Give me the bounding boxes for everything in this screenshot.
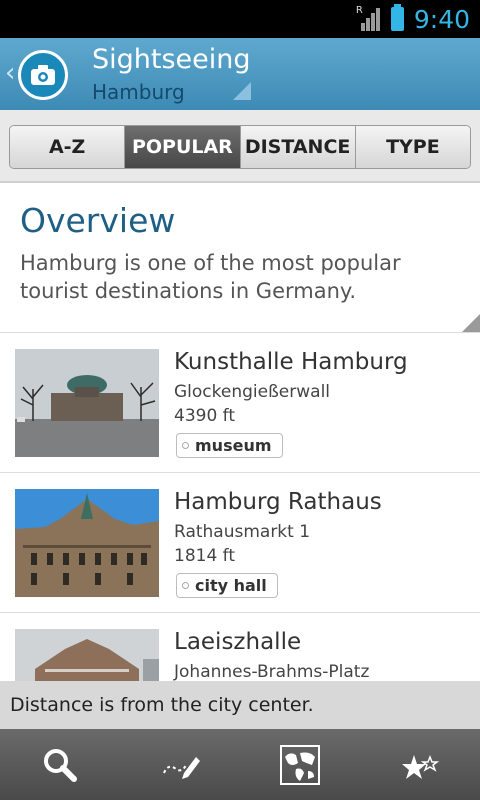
favorites-button[interactable]: [360, 729, 480, 800]
overview-section[interactable]: Overview Hamburg is one of the most popu…: [0, 183, 480, 333]
overview-title: Overview: [20, 201, 176, 240]
page-title: Sightseeing: [92, 44, 251, 75]
tab-distance[interactable]: DISTANCE: [240, 126, 356, 168]
signal-icon: R: [355, 5, 381, 31]
map-icon: [280, 744, 320, 785]
edit-route-button[interactable]: [120, 729, 240, 800]
map-button[interactable]: [240, 729, 360, 800]
place-distance: 4390 ft: [174, 406, 236, 426]
overview-text: Hamburg is one of the most popular touri…: [20, 251, 401, 303]
tab-type[interactable]: TYPE: [355, 126, 470, 168]
category-tag-label: city hall: [195, 576, 267, 595]
search-button[interactable]: [0, 729, 120, 800]
camera-icon[interactable]: [18, 50, 68, 100]
clock: 9:40: [413, 4, 470, 34]
place-address: Johannes-Brahms-Platz: [174, 662, 370, 682]
tag-icon: [182, 442, 189, 449]
list-item[interactable]: Hamburg Rathaus Rathausmarkt 1 1814 ft c…: [0, 473, 480, 613]
sort-tabs-bar: A-Z POPULAR DISTANCE TYPE: [0, 110, 480, 183]
category-tag[interactable]: city hall: [176, 573, 278, 598]
category-tag-label: museum: [195, 436, 272, 455]
tab-popular[interactable]: POPULAR: [125, 126, 241, 168]
edit-route-icon: [163, 756, 200, 779]
status-bar: R 9:40: [0, 0, 480, 38]
dropdown-corner-icon[interactable]: [233, 82, 251, 100]
toast-message: Distance is from the city center.: [0, 681, 480, 729]
chevron-left-icon[interactable]: ‹: [5, 58, 15, 88]
status-icons: R 9:40: [355, 0, 470, 38]
place-address: Glockengießerwall: [174, 382, 331, 402]
place-name: Laeiszhalle: [174, 629, 302, 655]
roaming-indicator: R: [355, 5, 363, 16]
bottom-toolbar: [0, 729, 480, 800]
place-distance: 1814 ft: [174, 546, 236, 566]
place-photo: [15, 489, 159, 597]
place-photo: [15, 349, 159, 457]
place-name: Hamburg Rathaus: [174, 489, 382, 515]
favorites-stars-icon: [402, 754, 440, 779]
search-icon: [44, 748, 77, 782]
place-name: Kunsthalle Hamburg: [174, 349, 408, 375]
city-selector[interactable]: Hamburg: [92, 80, 185, 104]
tag-icon: [182, 582, 189, 589]
list-item[interactable]: Kunsthalle Hamburg Glockengießerwall 439…: [0, 333, 480, 473]
tab-a-z[interactable]: A-Z: [10, 126, 126, 168]
battery-icon: [390, 4, 404, 31]
category-tag[interactable]: museum: [176, 433, 283, 458]
place-address: Rathausmarkt 1: [174, 522, 311, 542]
expand-corner-icon[interactable]: [462, 314, 480, 332]
sort-tabs: A-Z POPULAR DISTANCE TYPE: [9, 125, 471, 169]
